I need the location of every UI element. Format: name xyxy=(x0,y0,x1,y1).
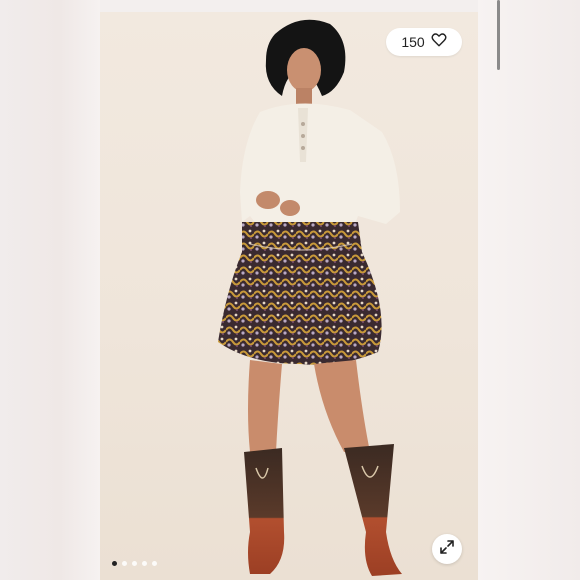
likes-badge[interactable]: 150 xyxy=(386,28,462,56)
expand-button[interactable] xyxy=(432,534,462,564)
left-gutter xyxy=(0,0,100,580)
heart-icon[interactable] xyxy=(431,32,447,52)
model-photo xyxy=(218,19,402,576)
carousel-indicator xyxy=(112,561,157,566)
scrollbar[interactable] xyxy=(497,0,500,70)
carousel-dot-2[interactable] xyxy=(122,561,127,566)
likes-count: 150 xyxy=(401,34,425,50)
product-photo[interactable]: 150 xyxy=(100,12,478,580)
carousel-dot-4[interactable] xyxy=(142,561,147,566)
carousel-dot-1[interactable] xyxy=(112,561,117,566)
carousel-dot-3[interactable] xyxy=(132,561,137,566)
expand-icon xyxy=(439,539,455,560)
carousel-dot-5[interactable] xyxy=(152,561,157,566)
right-gutter xyxy=(478,0,580,580)
